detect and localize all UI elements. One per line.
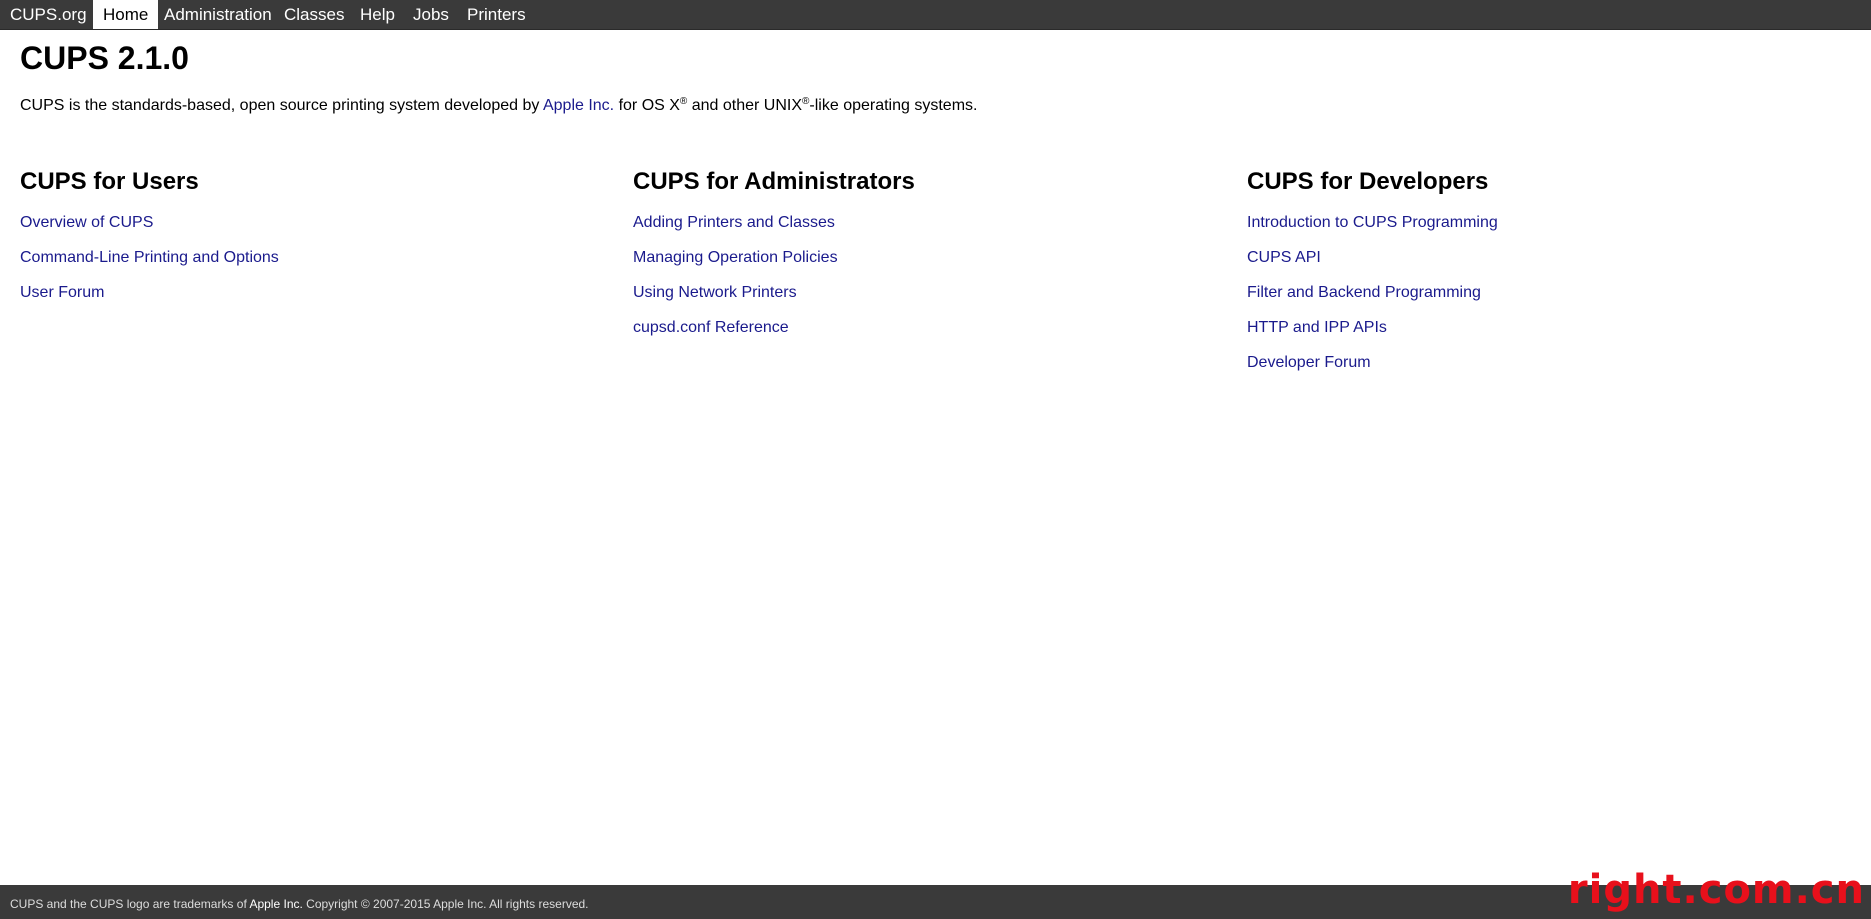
intro-paragraph: CUPS is the standards-based, open source… [20,94,977,118]
link-adding-printers-and-classes[interactable]: Adding Printers and Classes [633,214,835,231]
list-item: Filter and Backend Programming [1247,282,1498,317]
list-item: Developer Forum [1247,352,1498,387]
list-item: Overview of CUPS [20,212,279,247]
watermark-logo: right.com.cn [1567,867,1865,913]
link-filter-and-backend-programming[interactable]: Filter and Backend Programming [1247,284,1481,301]
link-user-forum[interactable]: User Forum [20,284,104,301]
intro-text-4: -like operating systems. [809,97,978,114]
list-item: User Forum [20,282,279,317]
users-link-list: Overview of CUPS Command-Line Printing a… [20,212,279,317]
link-cupsd-conf-reference[interactable]: cupsd.conf Reference [633,319,789,336]
link-overview-of-cups[interactable]: Overview of CUPS [20,214,153,231]
top-nav-bar: CUPS.org Home Administration Classes Hel… [0,0,1871,30]
copyright-notice: CUPS and the CUPS logo are trademarks of… [10,887,589,919]
apple-inc-link[interactable]: Apple Inc. [543,97,614,114]
page-title: CUPS 2.1.0 [20,40,189,76]
column-heading-users: CUPS for Users [20,168,199,195]
nav-cups-org[interactable]: CUPS.org [0,0,97,29]
link-intro-to-cups-programming[interactable]: Introduction to CUPS Programming [1247,214,1498,231]
nav-administration[interactable]: Administration [154,0,282,29]
nav-classes[interactable]: Classes [274,0,354,29]
link-using-network-printers[interactable]: Using Network Printers [633,284,797,301]
developer-link-list: Introduction to CUPS Programming CUPS AP… [1247,212,1498,387]
link-developer-forum[interactable]: Developer Forum [1247,354,1371,371]
column-developers: CUPS for Developers Introduction to CUPS… [1247,164,1498,371]
admin-link-list: Adding Printers and Classes Managing Ope… [633,212,838,352]
column-administrators: CUPS for Administrators Adding Printers … [633,164,915,336]
list-item: Introduction to CUPS Programming [1247,212,1498,247]
list-item: Managing Operation Policies [633,247,838,282]
list-item: HTTP and IPP APIs [1247,317,1498,352]
list-item: Adding Printers and Classes [633,212,838,247]
list-item: Command-Line Printing and Options [20,247,279,282]
nav-jobs[interactable]: Jobs [403,0,459,29]
list-item: Using Network Printers [633,282,838,317]
nav-printers[interactable]: Printers [457,0,536,29]
link-managing-operation-policies[interactable]: Managing Operation Policies [633,249,838,266]
nav-help[interactable]: Help [350,0,405,29]
column-users: CUPS for Users Overview of CUPS Command-… [20,164,279,301]
cups-home-page: CUPS.org Home Administration Classes Hel… [0,0,1871,919]
nav-home[interactable]: Home [93,0,159,29]
list-item: CUPS API [1247,247,1498,282]
copyright-apple: Apple Inc. [249,897,303,911]
copyright-text-1: CUPS and the CUPS logo are trademarks of [10,897,250,911]
intro-text-2: for OS X [614,97,680,114]
link-cups-api[interactable]: CUPS API [1247,249,1321,266]
link-command-line-printing[interactable]: Command-Line Printing and Options [20,249,279,266]
copyright-text-2: Copyright © 2007-2015 Apple Inc. All rig… [302,897,589,911]
list-item: cupsd.conf Reference [633,317,838,352]
column-heading-developers: CUPS for Developers [1247,168,1489,195]
intro-text-1: CUPS is the standards-based, open source… [20,97,543,114]
intro-text-3: and other UNIX [687,97,803,114]
link-http-and-ipp-apis[interactable]: HTTP and IPP APIs [1247,319,1387,336]
column-heading-administrators: CUPS for Administrators [633,168,915,195]
